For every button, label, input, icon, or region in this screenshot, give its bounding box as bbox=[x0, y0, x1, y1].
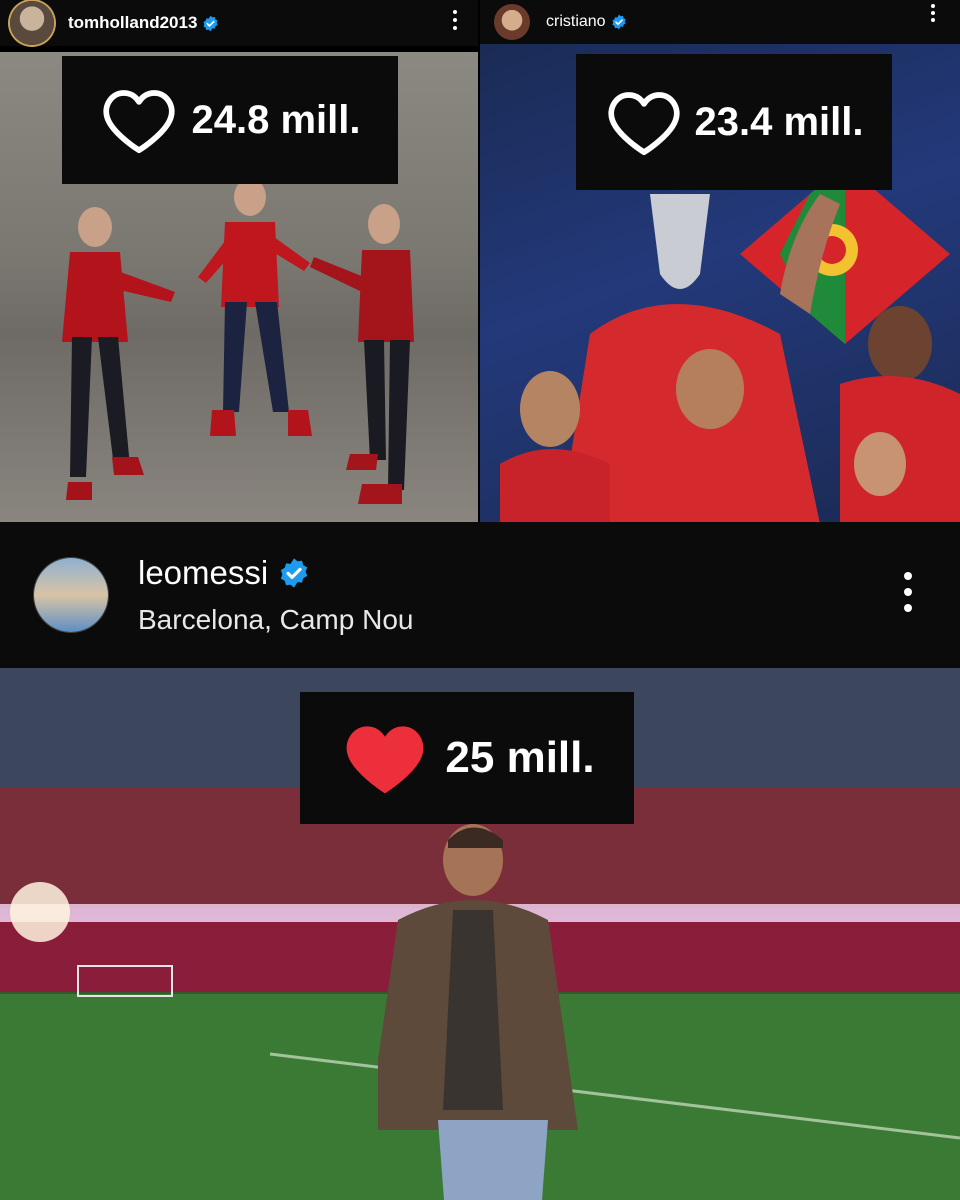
post-header: cristiano bbox=[480, 0, 960, 44]
more-options-button[interactable] bbox=[930, 4, 936, 22]
header-text: leomessi Barcelona, Camp Nou bbox=[138, 554, 413, 636]
post-image: 25 mill. bbox=[0, 668, 960, 1200]
post-header: leomessi Barcelona, Camp Nou bbox=[0, 522, 960, 668]
verified-badge-icon bbox=[203, 15, 218, 31]
username[interactable]: cristiano bbox=[546, 13, 606, 31]
heart-filled-icon[interactable] bbox=[339, 717, 431, 799]
verified-badge-icon bbox=[611, 14, 626, 30]
verified-badge-icon bbox=[281, 558, 308, 588]
like-badge: 25 mill. bbox=[300, 692, 634, 824]
avatar[interactable] bbox=[494, 4, 530, 40]
avatar[interactable] bbox=[34, 558, 108, 632]
like-count: 25 mill. bbox=[445, 733, 595, 782]
post-image: 23.4 mill. bbox=[480, 44, 960, 522]
like-badge: 24.8 mill. bbox=[62, 56, 398, 184]
more-options-button[interactable] bbox=[452, 10, 458, 30]
post-leomessi: leomessi Barcelona, Camp Nou 25 mill. bbox=[0, 522, 960, 1200]
heart-outline-icon[interactable] bbox=[605, 87, 683, 157]
username-row: leomessi bbox=[138, 554, 413, 592]
post-cristiano: cristiano 23.4 mill. bbox=[480, 0, 960, 522]
avatar[interactable] bbox=[10, 1, 54, 45]
post-image: 24.8 mill. bbox=[0, 52, 478, 522]
like-count: 24.8 mill. bbox=[191, 97, 361, 142]
heart-outline-icon[interactable] bbox=[100, 85, 178, 155]
username[interactable]: leomessi bbox=[138, 554, 268, 592]
post-tomholland: tomholland2013 24.8 mill. bbox=[0, 0, 478, 522]
person-figure bbox=[378, 824, 578, 1200]
like-count: 23.4 mill. bbox=[694, 99, 864, 144]
more-options-button[interactable] bbox=[903, 572, 913, 612]
post-header: tomholland2013 bbox=[0, 0, 478, 46]
location-link[interactable]: Barcelona, Camp Nou bbox=[138, 604, 413, 636]
like-badge: 23.4 mill. bbox=[576, 54, 892, 190]
username[interactable]: tomholland2013 bbox=[68, 13, 197, 33]
